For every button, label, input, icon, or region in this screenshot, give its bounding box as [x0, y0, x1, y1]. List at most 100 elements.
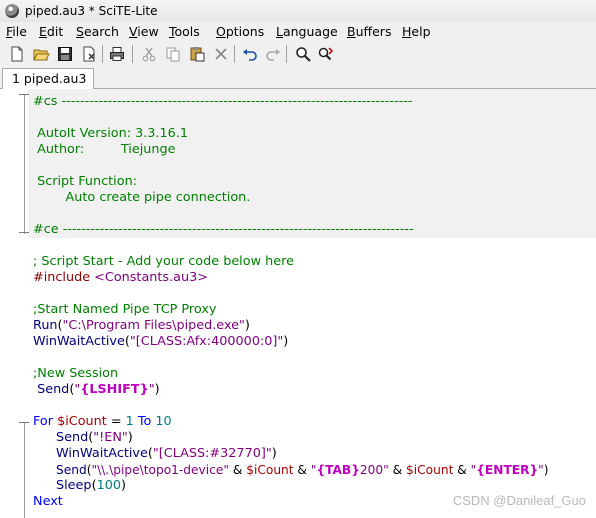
close-file-icon[interactable]: [80, 45, 98, 63]
menu-buffers[interactable]: Buffers: [347, 24, 391, 39]
function-name: WinWaitActive: [56, 446, 148, 461]
code-line-send-pipe: Send("\\.\pipe\topo1-device" & $iCount &…: [56, 462, 549, 478]
string-literal: "\\.\pipe\topo1-device": [91, 463, 229, 477]
code-line-next: Next: [33, 494, 63, 509]
string-literal: "!EN": [93, 430, 128, 445]
paren: ): [154, 382, 160, 397]
code-line-winwaitactive-2: WinWaitActive("[CLASS:#32770]"): [56, 446, 277, 462]
code-line-function-desc: Auto create pipe connection.: [33, 190, 251, 205]
cs-directive: #cs: [33, 94, 62, 109]
save-icon[interactable]: [56, 45, 74, 63]
find-replace-icon[interactable]: [317, 45, 335, 63]
paren: ): [244, 318, 250, 333]
title-bar: piped.au3 * SciTE-Lite: [0, 0, 596, 23]
tab-piped-au3[interactable]: 1 piped.au3 *: [2, 68, 94, 101]
menu-options[interactable]: Options: [216, 24, 264, 39]
fold-line-for-block: [24, 422, 25, 518]
string-literal: 200": [359, 463, 389, 477]
menu-view[interactable]: View: [129, 24, 159, 39]
send-key-token: {LSHIFT}: [80, 382, 149, 397]
paren: ): [283, 334, 289, 349]
operator: &: [453, 463, 471, 477]
menu-edit-label: dit: [46, 24, 64, 39]
menu-buffers-mnemonic: B: [347, 24, 356, 39]
function-name: WinWaitActive: [33, 334, 125, 349]
operator: &: [293, 463, 311, 477]
toolbar-separator: [132, 45, 133, 63]
menu-edit-mnemonic: E: [39, 24, 47, 39]
include-file: <Constants.au3>: [94, 270, 208, 285]
keyword-to: To: [133, 414, 156, 429]
code-line-run: Run("C:\Program Files\piped.exe"): [33, 318, 250, 334]
redo-icon[interactable]: [264, 45, 282, 63]
menu-file[interactable]: File: [6, 24, 27, 39]
toolbar-separator: [234, 45, 235, 63]
cs-rule: ----------------------------------------…: [61, 94, 413, 109]
string-literal: "[CLASS:#32770]": [152, 446, 272, 461]
menu-language[interactable]: Language: [276, 24, 338, 39]
menu-tools-label: ools: [174, 24, 200, 39]
menu-help-label: elp: [411, 24, 431, 39]
paren: ): [127, 430, 133, 445]
menu-language-mnemonic: L: [276, 24, 283, 39]
print-icon[interactable]: [108, 45, 126, 63]
function-name: Sleep: [56, 478, 92, 493]
code-line-send-en: Send("!EN"): [56, 430, 133, 446]
variable: $iCount: [57, 414, 107, 429]
window-title: piped.au3 * SciTE-Lite: [25, 4, 158, 18]
code-line-script-function: Script Function:: [33, 174, 137, 189]
find-icon[interactable]: [294, 45, 312, 63]
menu-options-mnemonic: O: [216, 24, 226, 39]
menu-search-label: earch: [83, 24, 119, 39]
fold-marker-cs-open[interactable]: [19, 94, 29, 95]
toolbar: [0, 42, 596, 67]
code-line-author: Author: Tiejunge: [33, 142, 176, 157]
code-line-send-lshift: Send("{LSHIFT}"): [33, 382, 160, 398]
open-folder-icon[interactable]: [32, 45, 50, 63]
keyword-for: For: [33, 414, 58, 429]
string-literal: "C:\Program Files\piped.exe": [62, 318, 245, 333]
menu-help-mnemonic: H: [402, 24, 412, 39]
code-editor[interactable]: #cs ------------------------------------…: [0, 89, 596, 518]
menu-search[interactable]: Search: [76, 24, 119, 39]
fold-margin[interactable]: [0, 89, 18, 518]
buffer-tab-strip: 1 piped.au3 *: [0, 66, 596, 101]
menu-tools[interactable]: Tools: [169, 24, 200, 39]
code-line-include: #include <Constants.au3>: [33, 270, 208, 286]
menu-bar: File Edit Search View Tools Options Lang…: [0, 22, 596, 43]
code-line-cs-open: #cs ------------------------------------…: [33, 94, 412, 110]
toolbar-separator: [102, 45, 103, 63]
code-line-winwaitactive-1: WinWaitActive("[CLASS:Afx:400000:0]"): [33, 334, 288, 350]
ce-rule: ----------------------------------------…: [62, 222, 414, 237]
menu-language-label: anguage: [282, 24, 338, 39]
paren: ): [121, 478, 126, 493]
number-literal: 1: [125, 414, 134, 429]
fold-marker-cs-close: [19, 232, 29, 233]
toolbar-separator: [286, 45, 287, 63]
function-name: Send: [56, 430, 89, 445]
paste-icon[interactable]: [188, 45, 206, 63]
menu-file-label: ile: [12, 24, 27, 39]
code-line-ce: #ce ------------------------------------…: [33, 222, 414, 238]
menu-search-mnemonic: S: [76, 24, 84, 39]
comment-block-background: [28, 89, 596, 238]
paren: ): [543, 463, 549, 477]
function-name: Send: [56, 463, 87, 477]
fold-marker-for-open[interactable]: [19, 422, 29, 423]
delete-icon[interactable]: [212, 45, 230, 63]
copy-icon[interactable]: [164, 45, 182, 63]
send-key-token: {TAB}: [316, 463, 360, 477]
number-literal: 100: [96, 478, 121, 493]
menu-edit[interactable]: Edit: [39, 24, 63, 39]
fold-line-cs-block: [24, 94, 25, 234]
undo-icon[interactable]: [241, 45, 259, 63]
cut-icon[interactable]: [140, 45, 158, 63]
ce-directive: #ce: [33, 222, 63, 237]
include-directive: #include: [33, 270, 95, 285]
variable: $iCount: [406, 463, 454, 477]
menu-help[interactable]: Help: [402, 24, 431, 39]
operator: &: [228, 463, 247, 477]
menu-view-label: iew: [137, 24, 159, 39]
scite-app-icon[interactable]: [5, 4, 19, 18]
new-file-icon[interactable]: [8, 45, 26, 63]
